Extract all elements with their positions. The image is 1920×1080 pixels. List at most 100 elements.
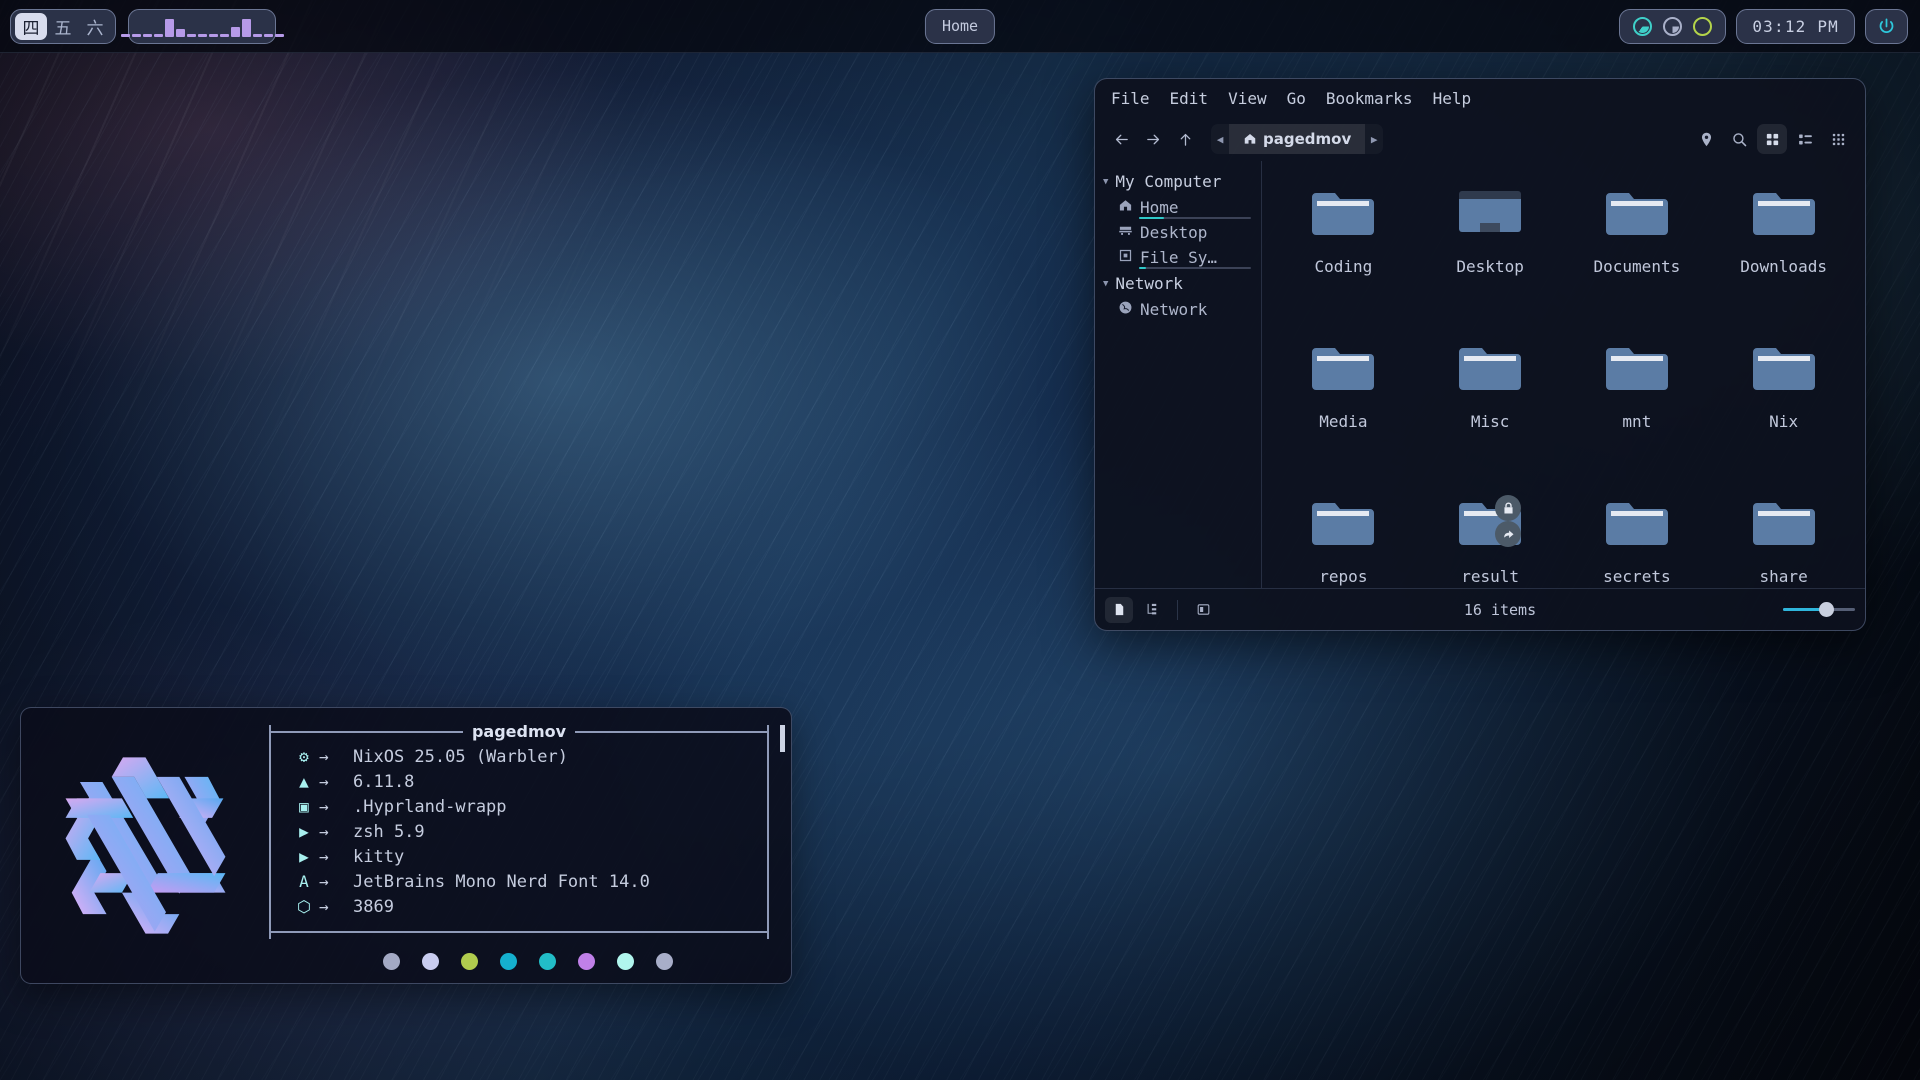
search-icon[interactable] — [1724, 124, 1754, 154]
top-bar: 四五六 Home 03:12 PM — [0, 0, 1920, 53]
battery-indicator[interactable] — [1693, 17, 1712, 36]
sidebar-toggle-button[interactable] — [1189, 597, 1217, 623]
list-view-icon[interactable] — [1790, 124, 1820, 154]
sidebar-group-label: My Computer — [1115, 172, 1221, 191]
compact-view-icon[interactable] — [1823, 124, 1853, 154]
palette-dot-6 — [617, 953, 634, 970]
folder-glyph — [1306, 338, 1380, 400]
file-item[interactable]: Media — [1270, 326, 1417, 481]
file-item[interactable]: Coding — [1270, 171, 1417, 326]
back-button[interactable] — [1107, 125, 1135, 153]
file-item[interactable]: mnt — [1564, 326, 1711, 481]
sidebar-group-my-computer[interactable]: ▼My Computer — [1095, 168, 1261, 195]
cpu-indicator[interactable] — [1633, 17, 1652, 36]
sidebar-item-desktop[interactable]: Desktop — [1095, 220, 1261, 245]
arrow-glyph: → — [319, 872, 353, 891]
folder-glyph — [1306, 183, 1380, 245]
chevron-left-icon[interactable]: ◀ — [1211, 133, 1229, 146]
fastfetch-window[interactable]: pagedmov ⚙→NixOS 25.05 (Warbler)▲→6.11.8… — [20, 707, 792, 984]
sidebar-item-home[interactable]: Home — [1095, 195, 1261, 220]
symlink-badge-icon — [1495, 521, 1521, 547]
symlink-badge-icon-glyph — [1501, 527, 1516, 542]
arrow-glyph: → — [319, 772, 353, 791]
file-icon-grid[interactable]: Coding Desktop Documents Downloads Media Misc… — [1262, 161, 1865, 588]
file-item[interactable]: Misc — [1417, 326, 1564, 481]
visualizer-bar-12 — [253, 34, 262, 37]
breadcrumb-item-home[interactable]: pagedmov — [1229, 124, 1365, 154]
folder-glyph — [1747, 493, 1821, 555]
file-item-label: Desktop — [1456, 257, 1523, 276]
folder-icon — [1306, 338, 1380, 400]
workspace-button-1[interactable]: 四 — [15, 13, 47, 40]
fastfetch-row-nixos: ⚙→NixOS 25.05 (Warbler) — [289, 744, 767, 769]
fastfetch-row-wm: ▣→.Hyprland-wrapp — [289, 794, 767, 819]
desktop-icon-glyph — [1118, 223, 1133, 238]
menu-view[interactable]: View — [1228, 89, 1267, 108]
menu-bookmarks[interactable]: Bookmarks — [1326, 89, 1413, 108]
lock-badge-icon — [1495, 495, 1521, 521]
fastfetch-value: NixOS 25.05 (Warbler) — [353, 747, 568, 767]
folder-glyph — [1600, 183, 1674, 245]
fastfetch-row-kernel: ▲→6.11.8 — [289, 769, 767, 794]
packages-icon: ⬡ — [289, 897, 319, 916]
visualizer-bar-3 — [154, 34, 163, 37]
icon-view-icon[interactable] — [1757, 124, 1787, 154]
power-button[interactable] — [1865, 9, 1908, 44]
menu-file[interactable]: File — [1111, 89, 1150, 108]
color-palette — [269, 939, 769, 970]
sidebar-item-network[interactable]: Network — [1095, 297, 1261, 322]
memory-indicator[interactable] — [1663, 17, 1682, 36]
file-item-label: Downloads — [1740, 257, 1827, 276]
toolbar: ◀ pagedmov ▶ — [1095, 117, 1865, 161]
visualizer-bar-9 — [220, 34, 229, 37]
palette-dot-2 — [461, 953, 478, 970]
workspace-switcher[interactable]: 四五六 — [10, 9, 116, 44]
sidebar-item-filesy[interactable]: File Sy… — [1095, 245, 1261, 270]
desktop: 四五六 Home 03:12 PM File Edit View Go Bookmark… — [0, 0, 1920, 1080]
visualizer-bar-14 — [275, 34, 284, 37]
file-pane-button[interactable] — [1105, 597, 1133, 623]
lock-badge-icon-glyph — [1501, 501, 1516, 516]
folder-glyph — [1600, 338, 1674, 400]
menu-help[interactable]: Help — [1433, 89, 1472, 108]
disk-icon-glyph — [1118, 248, 1133, 263]
visualizer-bar-10 — [231, 27, 240, 37]
fastfetch-value: 3869 — [353, 897, 394, 917]
terminal-icon: ▶ — [289, 847, 319, 866]
audio-visualizer-icon — [121, 15, 284, 37]
terminal-cursor — [780, 725, 785, 752]
nixos-logo — [21, 708, 269, 983]
sidebar-group-label: Network — [1115, 274, 1182, 293]
file-item[interactable]: Desktop — [1417, 171, 1564, 326]
zoom-slider-knob[interactable] — [1819, 602, 1834, 617]
file-item-label: Media — [1319, 412, 1367, 431]
forward-button[interactable] — [1139, 125, 1167, 153]
audio-visualizer[interactable] — [128, 9, 276, 44]
clock[interactable]: 03:12 PM — [1736, 9, 1855, 44]
workspace-button-2[interactable]: 五 — [47, 13, 79, 40]
system-indicators[interactable] — [1619, 9, 1726, 44]
file-item[interactable]: Documents — [1564, 171, 1711, 326]
visualizer-bar-6 — [187, 34, 196, 37]
workspace-button-3[interactable]: 六 — [79, 13, 111, 40]
icon-view-glyph — [1764, 131, 1781, 148]
places-sidebar: ▼My ComputerHomeDesktopFile Sy…▼NetworkN… — [1095, 161, 1262, 588]
up-button[interactable] — [1171, 125, 1199, 153]
kernel-icon: ▲ — [289, 772, 319, 791]
file-item[interactable]: Nix — [1710, 326, 1857, 481]
menu-edit[interactable]: Edit — [1170, 89, 1209, 108]
sidebar-group-network[interactable]: ▼Network — [1095, 270, 1261, 297]
wm-icon: ▣ — [289, 797, 319, 816]
active-window-title-label: Home — [942, 17, 978, 35]
file-manager-window[interactable]: File Edit View Go Bookmarks Help ◀ — [1094, 78, 1866, 631]
breadcrumb[interactable]: ◀ pagedmov ▶ — [1211, 124, 1383, 154]
zoom-slider[interactable] — [1783, 602, 1855, 618]
file-item[interactable]: Downloads — [1710, 171, 1857, 326]
chevron-right-icon[interactable]: ▶ — [1365, 133, 1383, 146]
folder-glyph — [1600, 493, 1674, 555]
location-pin-glyph — [1698, 131, 1715, 148]
tree-pane-button[interactable] — [1138, 597, 1166, 623]
menu-go[interactable]: Go — [1287, 89, 1306, 108]
palette-dot-1 — [422, 953, 439, 970]
location-pin-icon[interactable] — [1691, 124, 1721, 154]
